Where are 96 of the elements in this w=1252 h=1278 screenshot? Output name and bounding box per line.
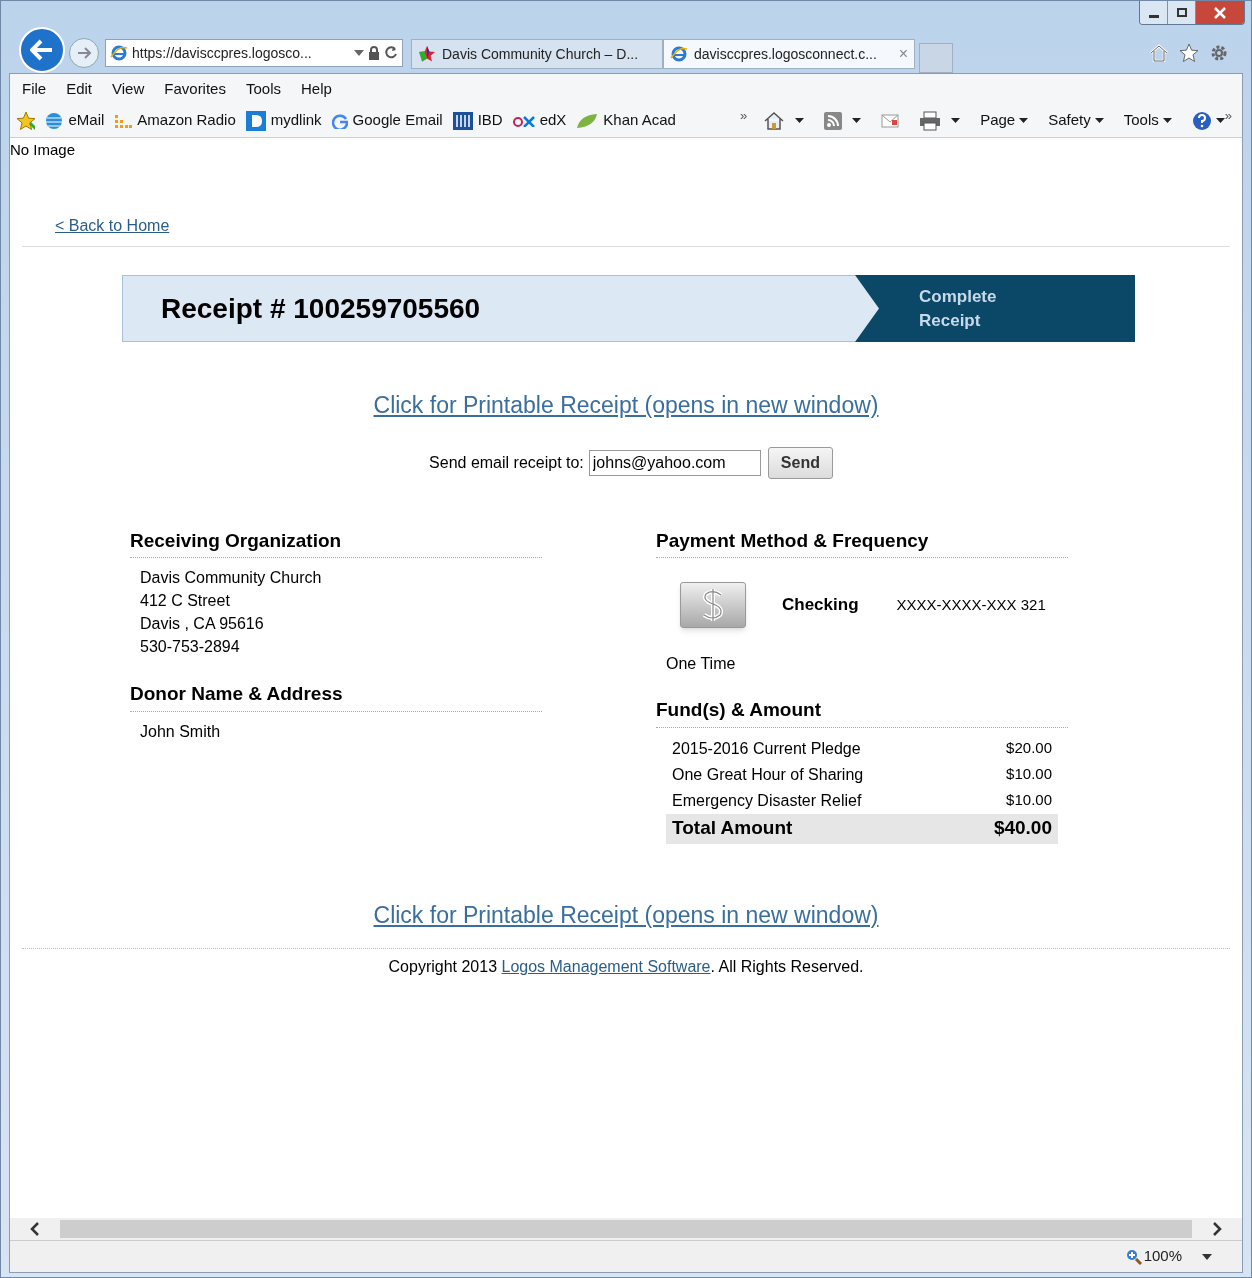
send-button[interactable]: Send (767, 446, 833, 479)
g-logo-icon (331, 112, 348, 129)
menu-item[interactable]: Tools (245, 77, 281, 101)
fund-name: 2015-2016 Current Pledge (672, 738, 861, 759)
caret-icon[interactable] (1019, 118, 1029, 123)
scroll-right-icon[interactable] (1212, 1222, 1222, 1236)
menu-item[interactable]: Favorites (164, 77, 226, 101)
printable-receipt-link[interactable]: Click for Printable Receipt (opens in new window) (373, 388, 879, 423)
settings-icon[interactable] (1209, 43, 1229, 63)
step-label: Complete (919, 285, 998, 308)
section-heading: Receiving Organization (130, 526, 542, 558)
command-menu-button[interactable]: Page (980, 109, 1029, 132)
section-heading: Payment Method & Frequency (656, 526, 1068, 558)
browser-tab[interactable]: Davis Community Church – D... (411, 39, 663, 69)
caret-icon[interactable] (1094, 118, 1104, 123)
browser-icon (670, 45, 688, 63)
d-logo-icon (245, 110, 266, 131)
account-number: XXXX-XXXX-XXX 321 (896, 594, 1046, 615)
favorite-link[interactable]: eMail (45, 109, 105, 132)
section-heading: Fund(s) & Amount (656, 696, 1068, 728)
menu-item[interactable]: Help (301, 77, 332, 101)
arrow-left-icon[interactable] (30, 39, 54, 61)
dropdown-icon[interactable] (852, 118, 862, 123)
dropdown-icon[interactable] (1202, 1253, 1212, 1260)
payment-method: Checking (782, 594, 859, 617)
address-line: Davis Community Church (140, 568, 322, 588)
browser-icon (110, 44, 128, 62)
favorite-link[interactable]: Google Email (331, 109, 443, 132)
zoom-icon (1125, 1248, 1142, 1265)
step-label: Receipt (919, 309, 982, 332)
favorite-link[interactable]: edX (512, 109, 567, 132)
minimize-button[interactable] (1140, 1, 1168, 24)
fund-amount: $20.00 (1006, 738, 1052, 759)
caret-icon[interactable] (1162, 118, 1172, 123)
grid-logo-icon (452, 111, 473, 130)
address-bar[interactable]: https://davisccpres.logosco... (105, 39, 403, 67)
star-icon (418, 45, 436, 63)
star-icon[interactable] (1179, 43, 1199, 63)
address-line: 530-753-2894 (140, 637, 240, 657)
fund-name: One Great Hour of Sharing (672, 764, 864, 785)
ex-logo-icon (512, 114, 535, 127)
fund-name: Emergency Disaster Relief (672, 790, 862, 811)
dropdown-icon[interactable] (951, 118, 961, 123)
restore-button[interactable] (1168, 1, 1196, 24)
help-icon[interactable] (1191, 110, 1212, 131)
back-button[interactable] (19, 27, 65, 73)
more-favorites-button[interactable]: » (739, 106, 748, 126)
favorites-star-icon[interactable] (16, 110, 36, 131)
favorite-link[interactable]: mydlink (245, 109, 322, 132)
leaf-icon (576, 112, 599, 129)
printer-icon[interactable] (919, 110, 942, 131)
receipt-title: Receipt # 100259705560 (161, 291, 481, 326)
payment-frequency: One Time (666, 654, 736, 674)
menu-item[interactable]: File (22, 77, 47, 101)
feed-icon[interactable] (824, 111, 843, 130)
fund-amount: $10.00 (1006, 764, 1052, 785)
close-icon[interactable] (1214, 6, 1226, 19)
section-heading: Donor Name & Address (130, 680, 542, 712)
favorite-link[interactable]: IBD (452, 109, 503, 132)
donor-name: John Smith (140, 721, 221, 742)
browser-tab[interactable]: davisccpres.logosconnect.c... × (663, 39, 915, 69)
dollar-icon (680, 582, 746, 628)
home-icon[interactable] (1149, 44, 1169, 62)
menu-item[interactable]: Edit (66, 77, 93, 101)
back-to-home-link[interactable]: < Back to Home (55, 217, 170, 234)
fund-amount: $10.00 (1006, 790, 1052, 811)
home-icon[interactable] (763, 110, 786, 131)
printable-receipt-link[interactable]: Click for Printable Receipt (opens in new window) (373, 897, 879, 932)
email-input[interactable]: johns@yahoo.com (588, 449, 761, 476)
total-amount: $40.00 (993, 816, 1052, 841)
address-line: Davis , CA 95616 (140, 614, 264, 634)
total-label: Total Amount (672, 816, 793, 841)
dropdown-icon[interactable] (795, 118, 805, 123)
command-menu-button[interactable]: Safety (1048, 109, 1104, 132)
refresh-icon[interactable] (384, 46, 398, 60)
image-placeholder-text: No Image (10, 140, 76, 160)
lock-icon (368, 46, 380, 60)
url-text: https://davisccpres.logosco... (132, 43, 312, 63)
horizontal-scrollbar-thumb[interactable] (60, 1220, 1192, 1238)
copyright-text: Copyright 2013 Logos Management Software. All Rights Reserved. (388, 957, 864, 977)
company-link[interactable]: Logos Management Software (501, 958, 711, 975)
command-menu-button[interactable]: Tools (1123, 109, 1172, 132)
more-commands-button[interactable]: » (1224, 106, 1232, 126)
close-button[interactable] (1196, 1, 1244, 24)
scroll-left-icon[interactable] (30, 1222, 40, 1236)
forward-button[interactable] (69, 38, 99, 68)
address-line: 412 C Street (140, 591, 230, 611)
email-label: Send email receipt to: (429, 452, 584, 473)
favorite-link[interactable]: Khan Acad (576, 109, 676, 132)
zoom-level[interactable]: 100% (1143, 1245, 1182, 1268)
mail-icon[interactable] (881, 113, 900, 128)
menu-item[interactable]: View (112, 77, 145, 101)
favorite-link[interactable]: Amazon Radio (114, 109, 236, 132)
globe-icon (45, 111, 64, 130)
dropdown-icon[interactable] (1215, 118, 1225, 123)
arrow-right-icon[interactable] (76, 46, 92, 60)
